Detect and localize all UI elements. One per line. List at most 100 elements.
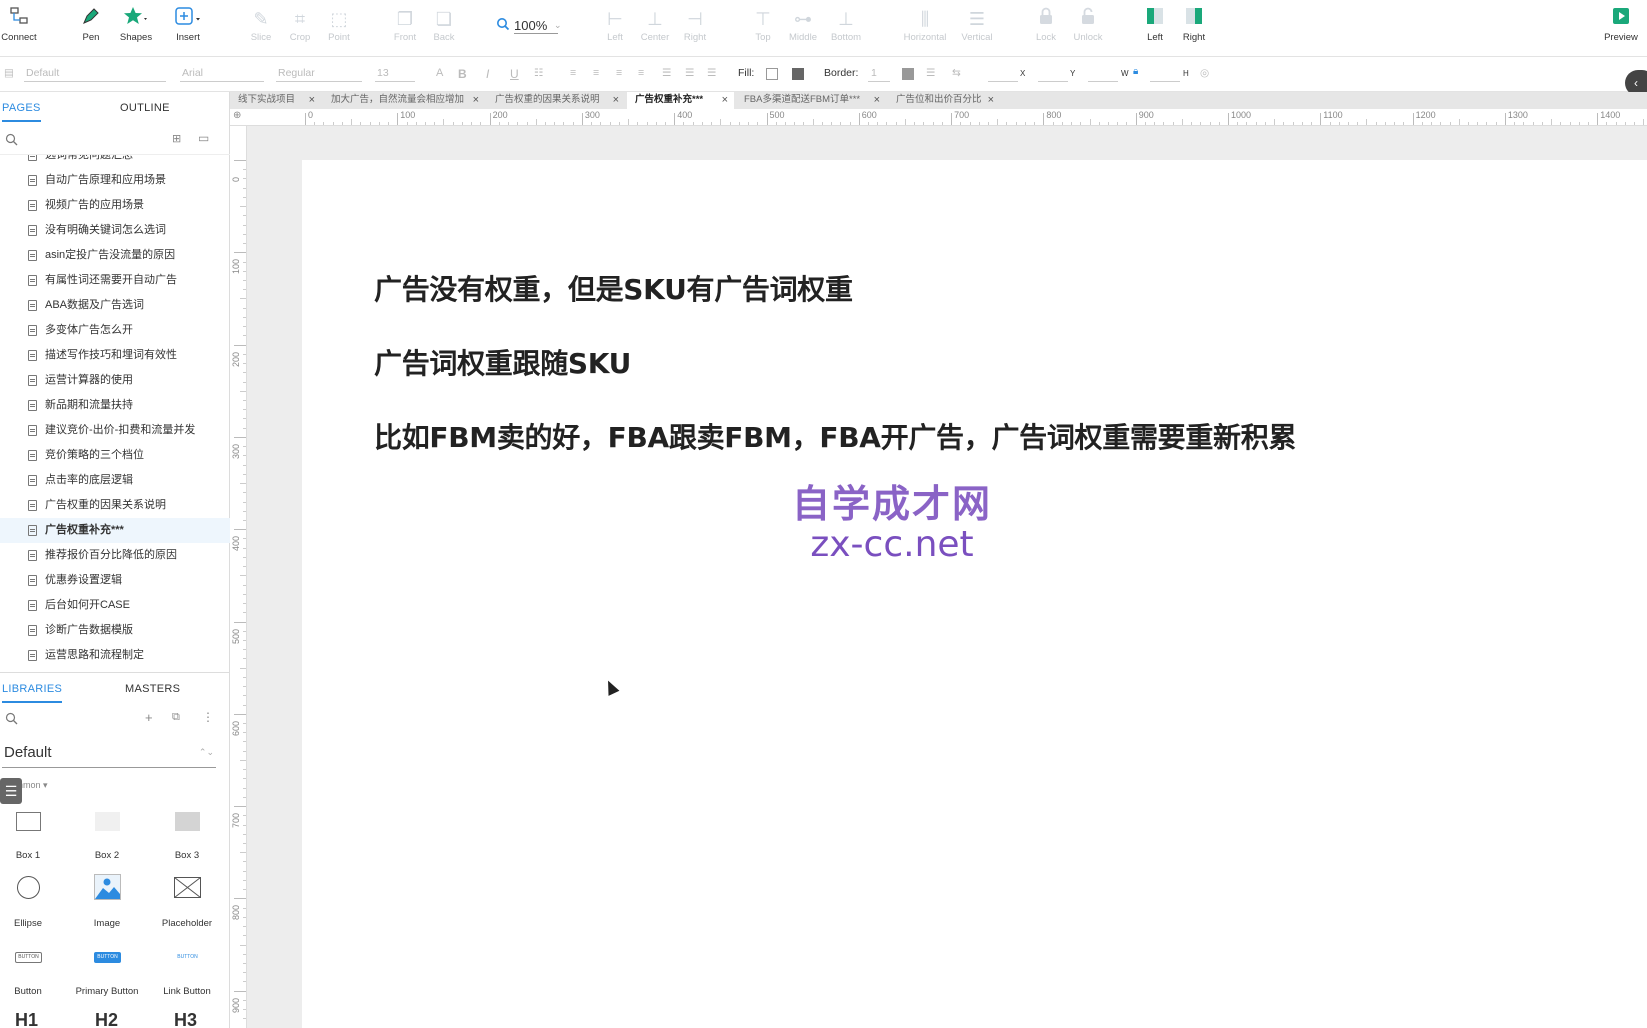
document-tab[interactable]: FBA多渠道配送FBM订单*** × bbox=[736, 92, 886, 109]
font-select[interactable]: Arial bbox=[182, 67, 203, 79]
tab-masters[interactable]: MASTERS bbox=[125, 683, 180, 695]
tab-pages[interactable]: PAGES bbox=[2, 102, 41, 122]
widget-h1[interactable]: H1 bbox=[15, 1010, 38, 1028]
page-item[interactable]: 有属性词还需要开自动广告 bbox=[0, 268, 230, 293]
page-item[interactable]: 运营思路和流程制定 bbox=[0, 643, 230, 668]
text-align-center-icon[interactable]: ≡ bbox=[593, 67, 599, 79]
close-tab-icon[interactable]: × bbox=[988, 92, 994, 108]
valign-middle-icon[interactable]: ☰ bbox=[685, 67, 694, 79]
widget-ellipse[interactable]: Ellipse bbox=[0, 874, 68, 934]
underline-button[interactable]: U bbox=[510, 67, 519, 81]
widget-image[interactable]: Image bbox=[67, 874, 147, 934]
widget-h2[interactable]: H2 bbox=[95, 1010, 118, 1028]
document-tab[interactable]: 线下实战项目 × bbox=[230, 92, 321, 109]
tab-outline[interactable]: OUTLINE bbox=[120, 102, 170, 114]
tab-libraries[interactable]: LIBRARIES bbox=[2, 683, 63, 703]
page-item[interactable]: 广告权重补充*** bbox=[0, 518, 230, 543]
page-item[interactable]: 多变体广告怎么开 bbox=[0, 318, 230, 343]
close-tab-icon[interactable]: × bbox=[874, 92, 880, 108]
library-select[interactable]: Default ⌃⌄ bbox=[2, 744, 216, 768]
valign-bottom-icon[interactable]: ☰ bbox=[707, 67, 716, 79]
widget-link-button[interactable]: BUTTON Link Button bbox=[147, 942, 227, 1002]
arrow-style-icon[interactable]: ⇆ bbox=[952, 67, 961, 79]
page-item[interactable]: 新品期和流量扶持 bbox=[0, 393, 230, 418]
widget-h3[interactable]: H3 bbox=[174, 1010, 197, 1028]
widget-box-2[interactable]: Box 2 bbox=[67, 806, 147, 866]
font-size-select[interactable]: 13 bbox=[377, 67, 389, 79]
page-item[interactable]: 描述写作技巧和埋词有效性 bbox=[0, 343, 230, 368]
bold-button[interactable]: B bbox=[458, 67, 467, 81]
fill-color-swatch[interactable] bbox=[766, 68, 778, 80]
h-input[interactable] bbox=[1150, 81, 1180, 82]
weight-select[interactable]: Regular bbox=[278, 67, 315, 79]
page-item[interactable]: 没有明确关键词怎么选词 bbox=[0, 218, 230, 243]
page-item[interactable]: 推荐报价百分比降低的原因 bbox=[0, 543, 230, 568]
widget-primary-button[interactable]: BUTTON Primary Button bbox=[67, 942, 147, 1002]
insert-tool[interactable]: Insert bbox=[158, 6, 218, 52]
text-align-right-icon[interactable]: ≡ bbox=[616, 67, 622, 79]
page-item[interactable]: 广告权重的因果关系说明 bbox=[0, 493, 230, 518]
border-width-input[interactable]: 1 bbox=[871, 67, 877, 79]
unlock-button[interactable]: Unlock bbox=[1058, 6, 1118, 52]
visibility-eye-icon[interactable]: ◎ bbox=[1200, 67, 1209, 79]
document-tab[interactable]: 广告权重补充*** × bbox=[627, 92, 734, 109]
border-color-swatch[interactable] bbox=[902, 68, 914, 80]
widget-placeholder[interactable]: Placeholder bbox=[147, 874, 227, 934]
shapes-tool[interactable]: Shapes bbox=[106, 6, 166, 52]
document-tab[interactable]: 广告权重的因果关系说明 × bbox=[487, 92, 625, 109]
zoom-control[interactable]: 100% ⌄ bbox=[496, 16, 566, 36]
page-item[interactable]: 选词常见问题汇总 bbox=[0, 155, 230, 168]
aspect-lock-icon[interactable]: 🔒︎ bbox=[1133, 66, 1138, 77]
library-more-icon[interactable]: ⋮ bbox=[202, 710, 214, 724]
text-line-3[interactable]: 比如FBM卖的好，FBA跟卖FBM，FBA开广告，广告词权重需要重新积累 bbox=[374, 416, 1296, 456]
w-input[interactable] bbox=[1088, 81, 1118, 82]
design-canvas[interactable]: 广告没有权重，但是SKU有广告词权重 广告词权重跟随SKU 比如FBM卖的好，F… bbox=[247, 126, 1647, 1028]
x-input[interactable] bbox=[988, 81, 1018, 82]
add-folder-icon[interactable]: ▭ bbox=[198, 131, 209, 145]
italic-button[interactable]: I bbox=[486, 67, 489, 81]
page-item[interactable]: ABA数据及广告选词 bbox=[0, 293, 230, 318]
library-copy-icon[interactable]: ⧉ bbox=[172, 711, 180, 724]
widget-button[interactable]: BUTTON Button bbox=[0, 942, 68, 1002]
text-align-left-icon[interactable]: ≡ bbox=[570, 67, 576, 79]
widget-box-1[interactable]: Box 1 bbox=[0, 806, 68, 866]
valign-top-icon[interactable]: ☰ bbox=[662, 67, 671, 79]
font-color-icon[interactable]: A bbox=[436, 67, 443, 79]
widget-box-3[interactable]: Box 3 bbox=[147, 806, 227, 866]
library-search-icon[interactable] bbox=[5, 712, 18, 730]
close-tab-icon[interactable]: × bbox=[613, 92, 619, 108]
artboard[interactable]: 广告没有权重，但是SKU有广告词权重 广告词权重跟随SKU 比如FBM卖的好，F… bbox=[302, 160, 1647, 1028]
page-item[interactable]: 竞价策略的三个档位 bbox=[0, 443, 230, 468]
page-item[interactable]: 视频广告的应用场景 bbox=[0, 193, 230, 218]
page-item[interactable]: 建议竞价-出价-扣费和流量并发 bbox=[0, 418, 230, 443]
preview-button[interactable]: Preview bbox=[1591, 6, 1647, 52]
document-tab[interactable]: 广告位和出价百分比 × bbox=[888, 92, 1000, 109]
page-item[interactable]: 后台如何开CASE bbox=[0, 593, 230, 618]
add-page-icon[interactable]: ⊞ bbox=[172, 132, 181, 145]
connect-tool[interactable]: Connect bbox=[0, 6, 49, 52]
close-tab-icon[interactable]: × bbox=[309, 92, 315, 108]
close-tab-icon[interactable]: × bbox=[722, 92, 728, 108]
page-item[interactable]: 运营计算器的使用 bbox=[0, 368, 230, 393]
point-tool[interactable]: ⬚ Point bbox=[309, 6, 369, 52]
distribute-horizontal-button[interactable]: ⫼ Horizontal bbox=[895, 6, 955, 52]
page-item[interactable]: 诊断广告数据模版 bbox=[0, 618, 230, 643]
page-item[interactable]: 优惠券设置逻辑 bbox=[0, 568, 230, 593]
page-item[interactable]: 点击率的底层逻辑 bbox=[0, 468, 230, 493]
page-item[interactable]: asin定投广告没流量的原因 bbox=[0, 243, 230, 268]
border-style-icon[interactable]: ☰ bbox=[926, 67, 935, 79]
text-justify-icon[interactable]: ≡ bbox=[638, 67, 644, 79]
align-bottom-button[interactable]: ⊥ Bottom bbox=[816, 6, 876, 52]
panel-right-toggle[interactable]: Right bbox=[1164, 6, 1224, 52]
y-input[interactable] bbox=[1038, 81, 1068, 82]
search-icon[interactable] bbox=[5, 133, 18, 151]
close-tab-icon[interactable]: × bbox=[473, 92, 479, 108]
text-line-2[interactable]: 广告词权重跟随SKU bbox=[374, 342, 631, 382]
widget-list-toggle[interactable]: ☰ bbox=[0, 778, 22, 804]
style-select[interactable]: Default bbox=[26, 67, 59, 79]
fill-style-swatch[interactable] bbox=[792, 68, 804, 80]
add-library-icon[interactable]: + bbox=[145, 710, 153, 725]
bullet-list-icon[interactable]: ☷ bbox=[534, 67, 543, 79]
send-back-button[interactable]: ❏ Back bbox=[414, 6, 474, 52]
text-line-1[interactable]: 广告没有权重，但是SKU有广告词权重 bbox=[374, 268, 853, 308]
